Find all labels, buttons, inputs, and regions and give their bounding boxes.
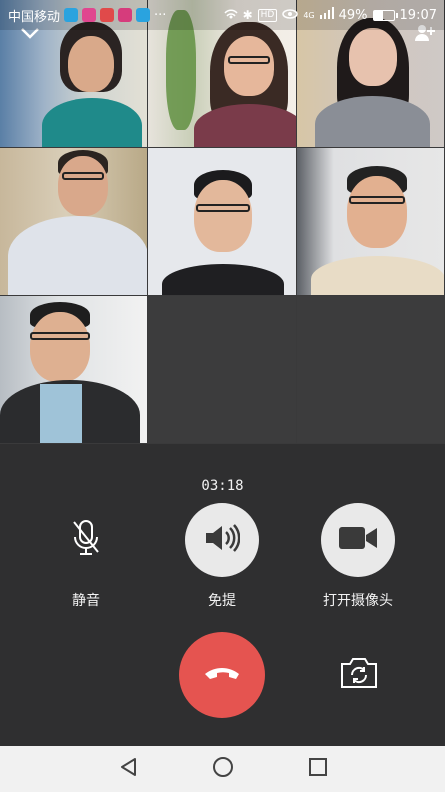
mute-button[interactable]	[49, 503, 123, 577]
participant-video-4[interactable]	[0, 148, 148, 296]
home-button[interactable]	[203, 749, 243, 789]
empty-video-slot	[148, 296, 297, 444]
recents-button[interactable]	[298, 749, 338, 789]
glasses	[349, 196, 405, 204]
hotspot-icon	[224, 7, 238, 23]
participant-face	[224, 36, 274, 96]
participant-shirt	[40, 384, 82, 443]
video-camera-icon	[338, 525, 378, 555]
back-icon	[119, 757, 137, 781]
participant-video-6[interactable]	[297, 148, 445, 296]
camera-control[interactable]: 打开摄像头	[298, 503, 418, 610]
call-timer: 03:18	[201, 478, 244, 494]
home-icon	[212, 756, 234, 782]
network-type-label: 4G	[303, 10, 315, 20]
heart-app-notification-icon	[100, 8, 115, 22]
switch-camera-button[interactable]	[339, 657, 379, 693]
signal-strength-icon	[319, 7, 334, 23]
participant-face	[347, 176, 407, 248]
empty-video-slot	[297, 296, 445, 444]
hang-up-button[interactable]	[179, 632, 265, 718]
video-grid	[0, 0, 445, 444]
participant-body	[315, 96, 430, 147]
more-notifications-indicator: ···	[154, 7, 167, 23]
glasses	[228, 56, 270, 64]
participant-body	[8, 216, 147, 295]
hang-up-icon	[203, 665, 241, 685]
speaker-control[interactable]: 免提	[162, 503, 282, 610]
recents-icon	[308, 758, 327, 780]
glasses	[62, 172, 104, 180]
camera-label: 打开摄像头	[323, 593, 393, 609]
eye-comfort-icon	[282, 8, 299, 23]
participant-face	[349, 28, 397, 86]
bluetooth-icon: ✱	[242, 8, 253, 22]
mute-control[interactable]: 静音	[26, 503, 146, 610]
mute-label: 静音	[72, 593, 100, 609]
participant-body	[42, 98, 142, 147]
participant-face	[194, 180, 252, 252]
participant-video-7[interactable]	[0, 296, 148, 444]
participant-face	[30, 312, 90, 382]
microphone-off-icon	[71, 519, 101, 561]
participant-body	[162, 264, 284, 295]
battery-percent: 49%	[338, 7, 368, 23]
camera-button[interactable]	[321, 503, 395, 577]
play-app-notification-icon	[118, 8, 133, 22]
glasses	[30, 332, 90, 340]
hd-voice-badge: HD	[257, 8, 278, 22]
switch-camera-icon	[339, 656, 379, 694]
battery-icon	[372, 9, 398, 21]
participant-body	[194, 104, 296, 147]
clock: 19:07	[399, 7, 437, 23]
participant-face	[68, 36, 114, 92]
speaker-icon	[204, 523, 241, 557]
participant-video-5[interactable]	[148, 148, 297, 296]
video-call-screen: 中国移动 ··· ✱ HD 4G 49% 19:07 03:18 静音 免提 打…	[0, 0, 445, 792]
telegram-notification-icon	[64, 8, 79, 22]
carrier-name: 中国移动	[8, 9, 61, 25]
video-app-notification-icon	[82, 8, 97, 22]
status-bar: 中国移动 ··· ✱ HD 4G 49% 19:07	[0, 0, 445, 30]
participant-face	[58, 156, 108, 216]
system-navigation-bar	[0, 746, 445, 792]
speaker-label: 免提	[208, 593, 236, 609]
participant-body	[311, 256, 444, 295]
speaker-button[interactable]	[185, 503, 259, 577]
telegram-notification-icon	[136, 8, 151, 22]
glasses	[196, 204, 250, 212]
back-button[interactable]	[108, 749, 148, 789]
